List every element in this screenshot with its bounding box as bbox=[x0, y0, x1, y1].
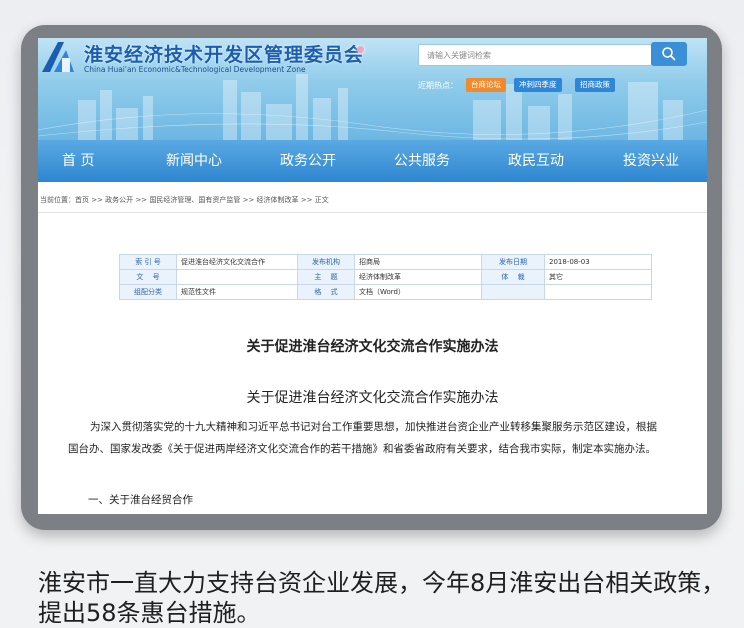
hot-tag-taiwan-forum[interactable]: 台商论坛 bbox=[466, 78, 506, 92]
meta-key-format: 格 式 bbox=[297, 284, 355, 300]
meta-key-subject: 主 题 bbox=[297, 269, 355, 285]
document-meta-table: 索 引 号 促进淮台经济文化交流合作 发布机构 招商局 发布日期 2018-08… bbox=[119, 254, 652, 300]
nav-item-news[interactable]: 新闻中心 bbox=[166, 140, 222, 182]
decorative-dot bbox=[357, 46, 364, 53]
nav-item-government-affairs[interactable]: 政务公开 bbox=[280, 140, 336, 182]
meta-value-docno bbox=[176, 269, 298, 285]
nav-item-citizen-interaction[interactable]: 政民互动 bbox=[508, 140, 564, 182]
document-paragraph: 为深入贯彻落实党的十九大精神和习近平总书记对台工作重要思想，加快推进台资企业产业… bbox=[68, 421, 657, 455]
hot-topics-label: 近期热点： bbox=[418, 81, 458, 90]
meta-value-org: 招商局 bbox=[354, 254, 482, 270]
caption-text: 淮安市一直大力支持台资企业发展，今年8月淮安出台相关政策，提出58条惠台措施。 bbox=[38, 569, 726, 627]
meta-value-format: 文档（Word） bbox=[354, 284, 482, 300]
meta-value-category: 规范性文件 bbox=[176, 284, 298, 300]
meta-value-date: 2018-08-03 bbox=[544, 254, 652, 270]
meta-value-genre: 其它 bbox=[544, 269, 652, 285]
search-input[interactable]: 请输入关键词检索 bbox=[418, 44, 652, 66]
divider bbox=[38, 212, 707, 213]
meta-value-index: 促进淮台经济文化交流合作 bbox=[176, 254, 298, 270]
meta-key-org: 发布机构 bbox=[297, 254, 355, 270]
search-button[interactable] bbox=[651, 42, 687, 66]
document-body-title: 关于促进淮台经济文化交流合作实施办法 bbox=[246, 390, 499, 406]
nav-item-public-services[interactable]: 公共服务 bbox=[394, 140, 450, 182]
meta-key-genre: 体 裁 bbox=[481, 269, 545, 285]
meta-key-date: 发布日期 bbox=[481, 254, 545, 270]
meta-key-blank bbox=[481, 284, 545, 300]
header-banner: 淮安经济技术开发区管理委员会 China Huai'an Economic&Te… bbox=[38, 38, 707, 140]
meta-key-index: 索 引 号 bbox=[119, 254, 177, 270]
section-heading: 一、关于淮台经贸合作 bbox=[88, 494, 193, 506]
meta-value-blank bbox=[544, 284, 652, 300]
main-nav: 首 页 新闻中心 政务公开 公共服务 政民互动 投资兴业 bbox=[38, 140, 707, 182]
nav-item-home[interactable]: 首 页 bbox=[62, 140, 94, 182]
breadcrumb[interactable]: 当前位置：首页 >> 政务公开 >> 国民经济管理、国有资产监管 >> 经济体制… bbox=[40, 195, 329, 205]
site-subtitle: China Huai'an Economic&Technological Dev… bbox=[84, 65, 306, 74]
hot-tag-investment-policy[interactable]: 招商政策 bbox=[575, 78, 615, 92]
search-icon bbox=[662, 47, 676, 61]
meta-key-category: 组配分类 bbox=[119, 284, 177, 300]
hot-tag-q4-sprint[interactable]: 冲刺四季度 bbox=[514, 78, 562, 92]
webpage-screen: 淮安经济技术开发区管理委员会 China Huai'an Economic&Te… bbox=[38, 38, 707, 514]
logo-icon bbox=[42, 42, 74, 72]
meta-key-docno: 文 号 bbox=[119, 269, 177, 285]
document-title: 关于促进淮台经济文化交流合作实施办法 bbox=[246, 339, 499, 355]
site-title[interactable]: 淮安经济技术开发区管理委员会 bbox=[84, 40, 364, 67]
nav-item-investment[interactable]: 投资兴业 bbox=[623, 140, 679, 182]
meta-value-subject: 经济体制改革 bbox=[354, 269, 482, 285]
